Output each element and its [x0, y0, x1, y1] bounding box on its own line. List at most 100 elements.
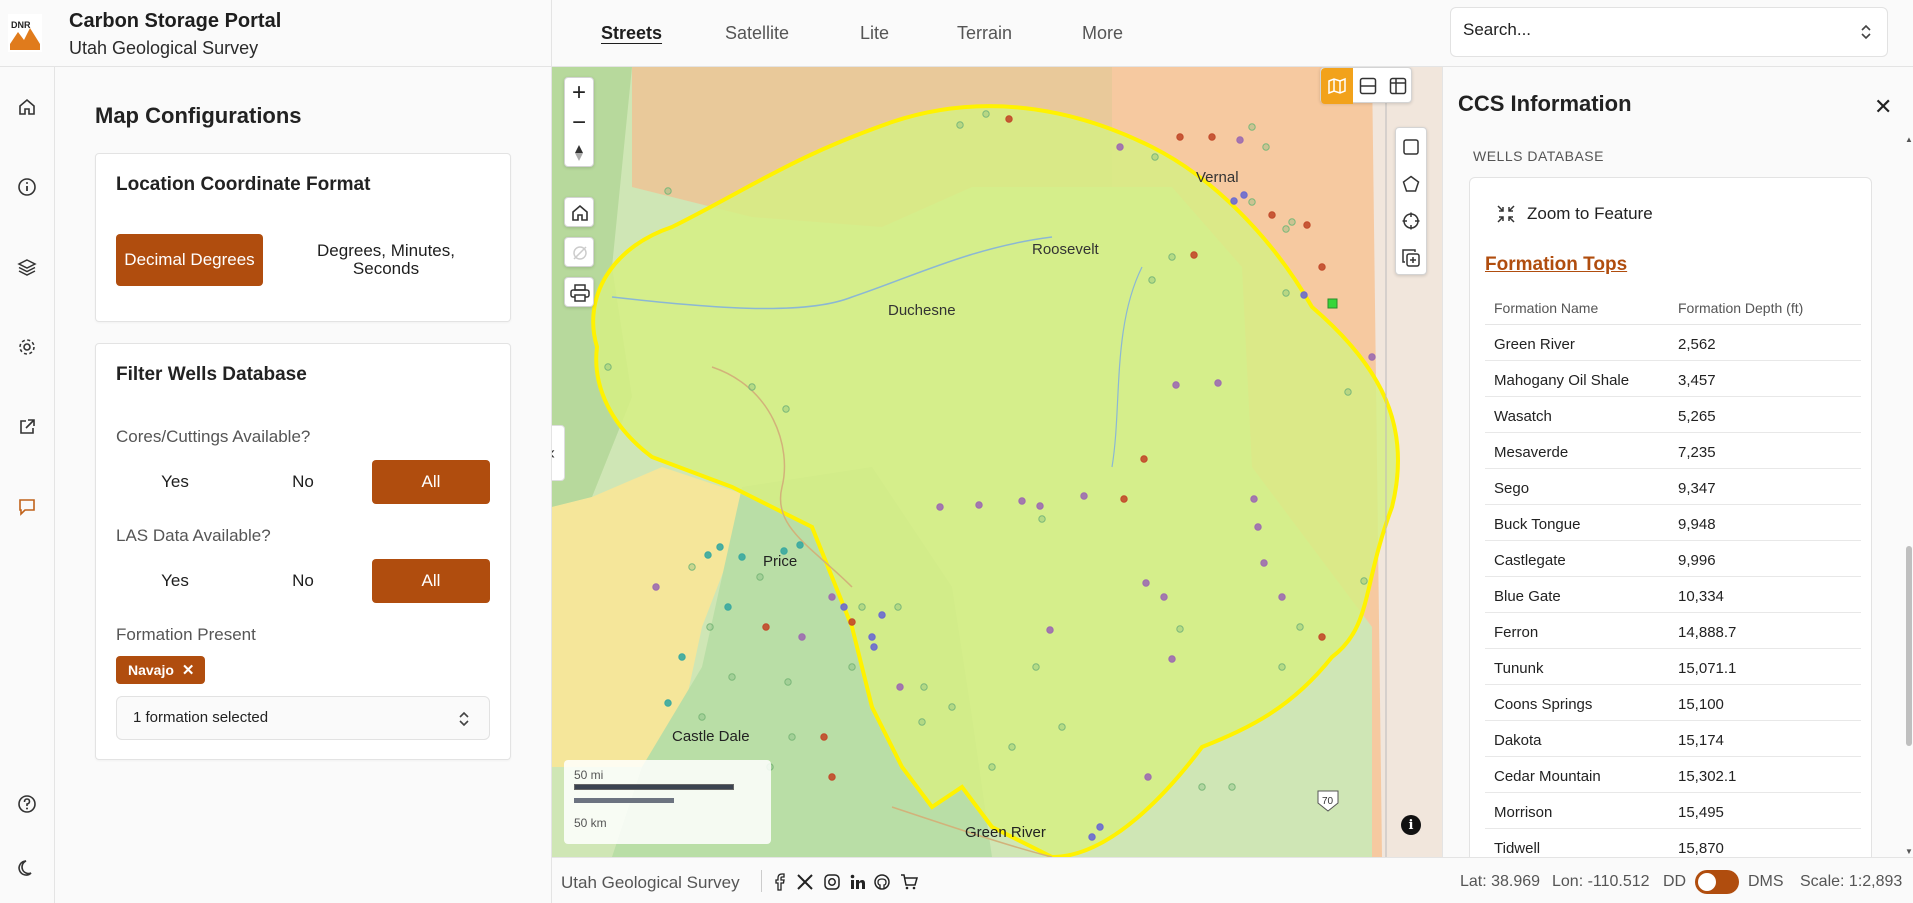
- tab-lite[interactable]: Lite: [860, 23, 889, 44]
- well-point[interactable]: [716, 543, 724, 551]
- well-point[interactable]: [878, 611, 886, 619]
- well-point[interactable]: [664, 187, 672, 195]
- scroll-thumb[interactable]: [1906, 546, 1912, 746]
- well-point[interactable]: [848, 618, 856, 626]
- las-all-button[interactable]: All: [372, 559, 490, 603]
- tab-terrain[interactable]: Terrain: [957, 23, 1012, 44]
- x-twitter-icon[interactable]: [795, 872, 815, 892]
- table-view-button[interactable]: [1383, 68, 1413, 104]
- remove-chip-icon[interactable]: ✕: [182, 661, 195, 679]
- well-point[interactable]: [604, 363, 612, 371]
- panel-scrollbar[interactable]: ▲ ▼: [1904, 135, 1913, 857]
- scroll-down-icon[interactable]: ▼: [1905, 847, 1913, 856]
- instagram-icon[interactable]: [822, 872, 842, 892]
- well-point[interactable]: [948, 703, 956, 711]
- well-point[interactable]: [1214, 379, 1222, 387]
- tab-streets[interactable]: Streets: [601, 23, 662, 44]
- well-point[interactable]: [780, 547, 788, 555]
- cores-no-button[interactable]: No: [244, 460, 362, 504]
- well-point[interactable]: [1228, 783, 1236, 791]
- well-point[interactable]: [828, 593, 836, 601]
- well-point[interactable]: [678, 653, 686, 661]
- well-point[interactable]: [1278, 663, 1286, 671]
- formation-tops-link[interactable]: Formation Tops: [1485, 254, 1627, 276]
- well-point[interactable]: [788, 733, 796, 741]
- add-selection-button[interactable]: [1396, 239, 1426, 276]
- well-point[interactable]: [688, 563, 696, 571]
- close-icon[interactable]: ✕: [1874, 94, 1892, 120]
- github-icon[interactable]: [872, 872, 892, 892]
- well-point[interactable]: [1096, 823, 1104, 831]
- well-point[interactable]: [1282, 225, 1290, 233]
- well-point[interactable]: [1058, 723, 1066, 731]
- well-point[interactable]: [1151, 153, 1159, 161]
- well-point[interactable]: [738, 553, 746, 561]
- well-point[interactable]: [870, 643, 878, 651]
- well-point[interactable]: [1278, 593, 1286, 601]
- attribution-info-button[interactable]: i: [1401, 815, 1421, 835]
- decimal-degrees-button[interactable]: Decimal Degrees: [116, 234, 263, 286]
- well-point[interactable]: [1140, 455, 1148, 463]
- well-point[interactable]: [1288, 218, 1296, 226]
- formation-select[interactable]: 1 formation selected: [116, 696, 490, 740]
- well-point[interactable]: [920, 683, 928, 691]
- collapse-panel-button[interactable]: «: [552, 425, 565, 481]
- well-point[interactable]: [1236, 136, 1244, 144]
- well-point[interactable]: [840, 603, 848, 611]
- map-canvas[interactable]: Vernal Roosevelt Duchesne Price Castle D…: [552, 67, 1442, 857]
- well-point[interactable]: [1032, 663, 1040, 671]
- settings-nav-button[interactable]: [10, 330, 44, 364]
- well-point[interactable]: [1036, 502, 1044, 510]
- well-point[interactable]: [1168, 655, 1176, 663]
- well-point[interactable]: [1190, 251, 1198, 259]
- well-point[interactable]: [918, 718, 926, 726]
- well-point[interactable]: [1208, 133, 1216, 141]
- draw-point-button[interactable]: [1396, 202, 1426, 239]
- well-point[interactable]: [664, 699, 672, 707]
- coordinate-format-toggle[interactable]: [1695, 870, 1739, 894]
- well-point[interactable]: [782, 405, 790, 413]
- las-no-button[interactable]: No: [244, 559, 362, 603]
- well-point[interactable]: [728, 673, 736, 681]
- well-point[interactable]: [796, 541, 804, 549]
- help-nav-button[interactable]: [10, 787, 44, 821]
- draw-polygon-button[interactable]: [1396, 165, 1426, 202]
- facebook-icon[interactable]: [770, 872, 790, 892]
- search-input[interactable]: [1463, 20, 1843, 40]
- split-view-button[interactable]: [1353, 68, 1383, 104]
- scroll-up-icon[interactable]: ▲: [1905, 135, 1913, 144]
- well-point[interactable]: [828, 773, 836, 781]
- well-point[interactable]: [1230, 197, 1238, 205]
- well-point[interactable]: [858, 603, 866, 611]
- well-point[interactable]: [894, 603, 902, 611]
- well-point[interactable]: [1360, 577, 1368, 585]
- las-yes-button[interactable]: Yes: [116, 559, 234, 603]
- well-point[interactable]: [756, 573, 764, 581]
- tab-more[interactable]: More: [1082, 23, 1123, 44]
- well-point[interactable]: [1116, 143, 1124, 151]
- zoom-out-button[interactable]: −: [565, 108, 593, 138]
- well-point[interactable]: [1262, 143, 1270, 151]
- well-point[interactable]: [748, 383, 756, 391]
- well-point[interactable]: [1268, 211, 1276, 219]
- well-point[interactable]: [1250, 495, 1258, 503]
- well-point[interactable]: [1046, 626, 1054, 634]
- well-point[interactable]: [1160, 593, 1168, 601]
- well-point[interactable]: [1254, 523, 1262, 531]
- well-point[interactable]: [936, 503, 944, 511]
- zoom-in-button[interactable]: +: [565, 78, 593, 108]
- dms-button[interactable]: Degrees, Minutes, Seconds: [311, 234, 461, 286]
- home-extent-button[interactable]: [564, 197, 594, 227]
- draw-rectangle-button[interactable]: [1396, 128, 1426, 165]
- well-point[interactable]: [982, 110, 990, 118]
- well-point[interactable]: [1240, 191, 1248, 199]
- well-point[interactable]: [1260, 559, 1268, 567]
- well-point[interactable]: [1318, 263, 1326, 271]
- well-point[interactable]: [1248, 198, 1256, 206]
- well-point[interactable]: [988, 763, 996, 771]
- zoom-to-feature-button[interactable]: Zoom to Feature: [1497, 204, 1653, 224]
- well-point[interactable]: [820, 733, 828, 741]
- locate-button[interactable]: [564, 237, 594, 267]
- well-point[interactable]: [1176, 133, 1184, 141]
- well-point[interactable]: [1168, 253, 1176, 261]
